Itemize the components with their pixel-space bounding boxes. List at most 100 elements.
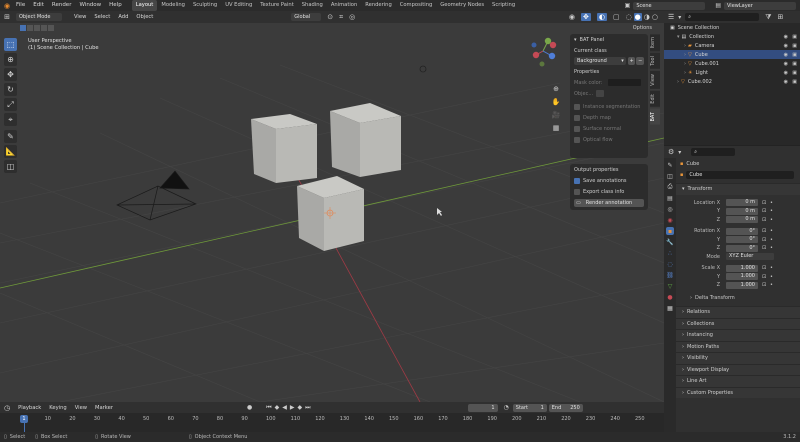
sidebar-tab-item[interactable]: Item xyxy=(650,34,660,52)
outliner-editor-icon[interactable]: ☰ xyxy=(668,13,674,21)
constraints-tab-icon[interactable]: ⛓ xyxy=(666,271,674,279)
timeline-ruler[interactable]: 0102030405060708090100110120130140150160… xyxy=(0,413,664,432)
shading-material-icon[interactable]: ◑ xyxy=(644,13,650,21)
depth-map-checkbox[interactable] xyxy=(574,114,580,121)
mask-color-swatch[interactable] xyxy=(608,79,641,86)
timeline-menu-playback[interactable]: Playback xyxy=(14,402,45,414)
properties-dropdown-icon[interactable]: ▾ xyxy=(678,149,681,156)
cursor-tool-icon[interactable]: ⊕ xyxy=(4,53,17,66)
transform-tool-icon[interactable]: ⌖ xyxy=(4,113,17,126)
sidebar-tab-view[interactable]: View xyxy=(650,71,660,89)
editor-type-icon[interactable]: ⊞ xyxy=(0,13,14,21)
rotate-tool-icon[interactable]: ↻ xyxy=(4,83,17,96)
expand-arrow-icon[interactable]: ▾ xyxy=(677,34,680,40)
new-collection-icon[interactable]: ⊞ xyxy=(778,13,784,21)
eye-visibility-icon[interactable]: ◉ xyxy=(784,34,788,40)
play-reverse-icon[interactable]: ◀ xyxy=(282,404,287,411)
3d-viewport[interactable]: User Perspective (1) Scene Collection | … xyxy=(0,23,664,402)
menu-window[interactable]: Window xyxy=(75,0,105,11)
scale-y-field[interactable]: 1.000 xyxy=(726,273,758,281)
menu-render[interactable]: Render xyxy=(48,0,76,11)
render-visibility-icon[interactable]: ▣ xyxy=(792,61,797,67)
navigation-gizmo[interactable] xyxy=(531,37,557,67)
jump-start-icon[interactable]: ⏮ xyxy=(266,404,271,412)
xray-icon[interactable]: ▢ xyxy=(613,13,620,21)
filter-icon[interactable]: ⧩ xyxy=(765,13,771,22)
lock-icon[interactable]: ⊡ xyxy=(762,274,766,280)
timeline-editor-icon[interactable]: ◷ xyxy=(4,404,10,412)
outliner-search-input[interactable]: ⌕ xyxy=(685,13,760,21)
section-instancing[interactable]: › Instancing xyxy=(676,329,800,341)
select-intersect-icon[interactable] xyxy=(48,25,54,31)
record-icon[interactable]: ● xyxy=(247,404,252,411)
keyframe-dot-icon[interactable]: • xyxy=(770,274,773,280)
outliner-item-cube[interactable]: › ▽ Cube ◉ ▣ xyxy=(664,50,800,59)
rotation-z-field[interactable]: 0° xyxy=(726,244,758,252)
select-extend-icon[interactable] xyxy=(27,25,33,31)
properties-search-input[interactable]: ⌕ xyxy=(691,148,736,156)
keyframe-dot-icon[interactable]: • xyxy=(770,245,773,251)
scale-tool-icon[interactable]: ⤢ xyxy=(4,98,17,111)
section-custom-properties[interactable]: › Custom Properties xyxy=(676,386,800,398)
world-tab-icon[interactable]: ◉ xyxy=(666,216,674,224)
location-z-field[interactable]: 0 m xyxy=(726,216,758,224)
menu-help[interactable]: Help xyxy=(105,0,126,11)
section-visibility[interactable]: › Visibility xyxy=(676,352,800,364)
workspace-tab-texture-paint[interactable]: Texture Paint xyxy=(256,0,297,11)
visibility-icon[interactable]: ◉ xyxy=(569,13,575,21)
lock-icon[interactable]: ⊡ xyxy=(762,282,766,288)
overlays-icon[interactable]: ◐ xyxy=(596,13,607,21)
next-keyframe-icon[interactable]: ◆ xyxy=(297,404,302,411)
outliner-item-camera[interactable]: › ▰ Camera ◉ ▣ xyxy=(664,41,800,50)
zoom-icon[interactable]: ⊕ xyxy=(550,85,562,98)
location-y-field[interactable]: 0 m xyxy=(726,207,758,215)
render-visibility-icon[interactable]: ▣ xyxy=(792,34,797,40)
outliner-item-light[interactable]: › ☀ Light ◉ ▣ xyxy=(664,68,800,77)
keyframe-dot-icon[interactable]: • xyxy=(770,228,773,234)
particles-tab-icon[interactable]: ∴ xyxy=(666,249,674,257)
workspace-tab-geometry-nodes[interactable]: Geometry Nodes xyxy=(436,0,488,11)
timeline-menu-marker[interactable]: Marker xyxy=(91,402,117,414)
rotation-mode-dropdown[interactable]: XYZ Euler xyxy=(726,253,774,261)
section-line-art[interactable]: › Line Art xyxy=(676,375,800,387)
prev-keyframe-icon[interactable]: ◆ xyxy=(275,404,280,411)
shading-rendered-icon[interactable]: ○ xyxy=(652,13,658,21)
blender-logo-icon[interactable]: ◉ xyxy=(2,0,12,11)
object-tab-icon[interactable]: ▪ xyxy=(666,227,674,235)
lock-icon[interactable]: ⊡ xyxy=(762,265,766,271)
add-class-button[interactable]: + xyxy=(627,57,636,65)
cube-001-object[interactable] xyxy=(251,114,317,183)
start-frame-field[interactable]: Start 1 xyxy=(512,403,547,412)
surface-normal-checkbox[interactable] xyxy=(574,125,580,132)
render-annotation-button[interactable]: ▭ Render annotation xyxy=(574,198,644,207)
eye-visibility-icon[interactable]: ◉ xyxy=(784,79,788,85)
viewport-menu-view[interactable]: View xyxy=(70,11,90,23)
scene-selector[interactable]: Scene xyxy=(633,1,706,10)
output-tab-icon[interactable]: ⎙ xyxy=(666,183,674,191)
lock-icon[interactable]: ⊡ xyxy=(762,217,766,223)
properties-editor-icon[interactable]: ⚙ xyxy=(668,148,674,156)
sidebar-tab-tool[interactable]: Tool xyxy=(650,53,660,70)
workspace-tab-shading[interactable]: Shading xyxy=(298,0,327,11)
outliner-item-collection[interactable]: ▾ ▤ Collection ◉ ▣ xyxy=(664,32,800,41)
outliner-item-scene-collection[interactable]: ▣ Scene Collection xyxy=(664,23,800,32)
select-subtract-icon[interactable] xyxy=(34,25,40,31)
save-annotations-checkbox[interactable] xyxy=(574,177,580,184)
outliner-item-cube-002[interactable]: › ▽ Cube.002 ◉ ▣ xyxy=(664,77,800,86)
workspace-tab-rendering[interactable]: Rendering xyxy=(361,0,396,11)
export-class-info-checkbox[interactable] xyxy=(574,188,580,195)
select-new-icon[interactable] xyxy=(20,25,26,31)
keyframe-dot-icon[interactable]: • xyxy=(770,200,773,206)
cube-object-selected[interactable] xyxy=(297,176,364,251)
workspace-tab-layout[interactable]: Layout xyxy=(131,0,158,11)
section-collections[interactable]: › Collections xyxy=(676,317,800,329)
scale-x-field[interactable]: 1.000 xyxy=(726,264,758,272)
expand-arrow-icon[interactable]: › xyxy=(684,70,686,76)
workspace-tab-animation[interactable]: Animation xyxy=(327,0,361,11)
view-layer-tab-icon[interactable]: ▤ xyxy=(666,194,674,202)
outliner-display-mode-icon[interactable]: ▾ xyxy=(678,14,681,21)
current-class-dropdown[interactable]: Background ▾ xyxy=(574,57,626,65)
lock-icon[interactable]: ⊡ xyxy=(762,208,766,214)
render-visibility-icon[interactable]: ▣ xyxy=(792,79,797,85)
cube-002-object[interactable] xyxy=(330,103,401,177)
